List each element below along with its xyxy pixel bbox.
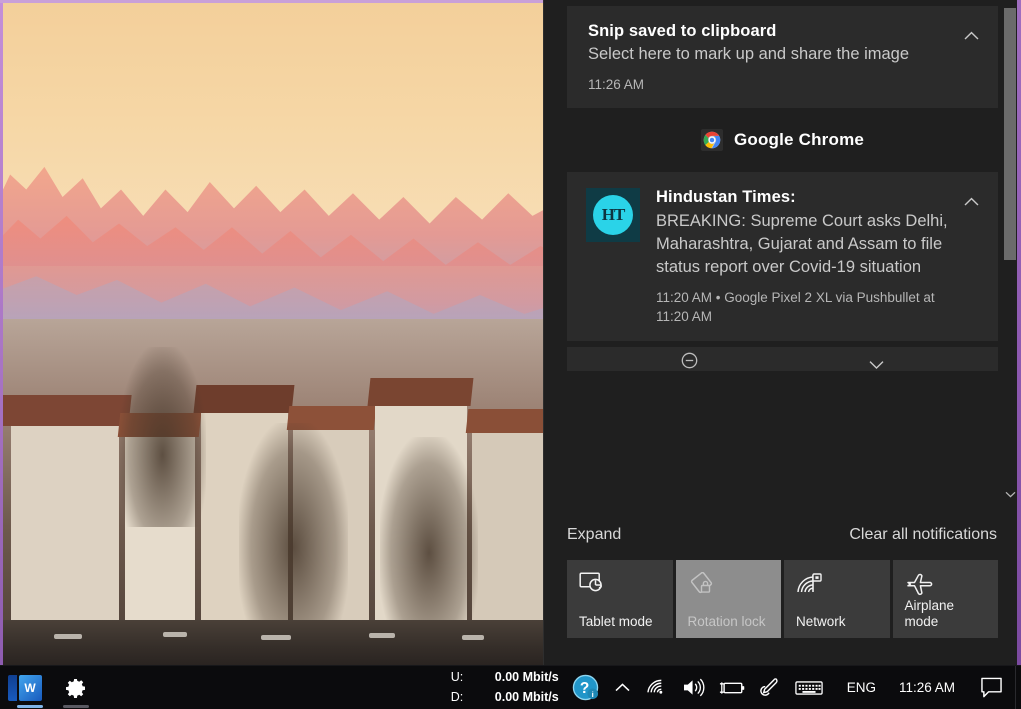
notification-title: Snip saved to clipboard	[588, 20, 952, 42]
word-icon: W	[19, 675, 42, 701]
taskbar-app-settings[interactable]	[54, 666, 98, 709]
chevron-up-icon[interactable]	[956, 188, 986, 214]
window-border-top	[0, 0, 543, 3]
rotation-lock-icon	[688, 572, 772, 606]
svg-text:i: i	[591, 690, 593, 699]
quick-tile-label: Tablet mode	[579, 614, 663, 630]
desktop-screen: Snip saved to clipboard Select here to m…	[0, 0, 1021, 709]
notification-body: BREAKING: Supreme Court asks Delhi, Maha…	[656, 210, 952, 280]
window-border-left	[0, 0, 3, 665]
chrome-icon	[701, 129, 723, 151]
help-icon[interactable]: ? i	[565, 666, 606, 709]
quick-tile-tablet-mode[interactable]: Tablet mode	[567, 560, 673, 638]
taskbar-app-microsoft-word[interactable]: W	[8, 666, 52, 709]
notification-meta: 11:20 AM • Google Pixel 2 XL via Pushbul…	[656, 288, 952, 327]
notifications-scrollbar[interactable]	[1004, 0, 1016, 510]
quick-tile-label: Airplane mode	[905, 598, 989, 630]
expand-button[interactable]: Expand	[567, 526, 621, 544]
upload-value: 0.00 Mbit/s	[495, 668, 559, 687]
language-indicator[interactable]: ENG	[830, 666, 893, 709]
tablet-mode-icon	[579, 572, 663, 606]
gear-icon	[64, 676, 88, 700]
notification-snip-saved[interactable]: Snip saved to clipboard Select here to m…	[567, 6, 998, 108]
upload-label: U:	[451, 668, 465, 687]
notification-group-app-name: Google Chrome	[734, 130, 864, 150]
quick-tile-rotation-lock[interactable]: Rotation lock	[676, 560, 782, 638]
notification-group-header-google-chrome[interactable]: Google Chrome	[567, 114, 998, 166]
language-label: ENG	[837, 680, 886, 695]
taskbar-pinned-apps: W	[0, 666, 98, 709]
touch-keyboard-icon[interactable]	[788, 666, 830, 709]
upload-speed-row: U: 0.00 Mbit/s	[451, 668, 559, 687]
volume-icon[interactable]	[675, 666, 712, 709]
notification-time: 11:26 AM	[588, 75, 952, 95]
taskbar-running-indicator	[63, 705, 89, 708]
action-center-panel: Snip saved to clipboard Select here to m…	[543, 0, 1021, 665]
clear-all-notifications-button[interactable]: Clear all notifications	[849, 526, 997, 544]
notifications-scroll-region[interactable]: Snip saved to clipboard Select here to m…	[544, 0, 1021, 510]
download-speed-row: D: 0.00 Mbit/s	[451, 688, 559, 707]
taskbar: W U: 0.00 Mbit/s D: 0.00 Mbit/s	[0, 665, 1021, 709]
window-border-right	[1017, 0, 1021, 665]
taskbar-clock[interactable]: 11:26 AM	[893, 666, 967, 709]
scrollbar-down-arrow-icon[interactable]	[1004, 486, 1016, 502]
clock-label: 11:26 AM	[899, 680, 955, 695]
airplane-mode-icon	[905, 572, 989, 598]
wallpaper-street	[0, 620, 543, 665]
desktop-wallpaper	[0, 0, 543, 665]
word-icon-letter: W	[24, 681, 35, 695]
notification-title: Hindustan Times:	[656, 186, 952, 208]
quick-actions-grid: Tablet mode Rotation lock	[544, 560, 1021, 665]
hindustan-times-logo-text: HT	[593, 195, 633, 235]
chevron-down-icon[interactable]	[869, 360, 884, 369]
wallpaper-cityscape	[0, 319, 543, 665]
minus-circle-icon[interactable]	[681, 352, 698, 369]
quick-tile-label: Rotation lock	[688, 614, 772, 630]
quick-tile-network[interactable]: Network	[784, 560, 890, 638]
taskbar-running-indicator	[17, 705, 43, 708]
notification-list: Snip saved to clipboard Select here to m…	[544, 6, 1021, 371]
system-tray: ? i	[565, 666, 967, 709]
action-center-action-row: Expand Clear all notifications	[544, 510, 1021, 560]
hindustan-times-logo: HT	[586, 188, 640, 242]
chevron-up-icon[interactable]	[956, 22, 986, 48]
download-label: D:	[451, 688, 465, 707]
battery-charging-icon[interactable]	[712, 666, 752, 709]
show-desktop-button[interactable]	[1015, 666, 1021, 709]
notification-body: Select here to mark up and share the ima…	[588, 43, 952, 66]
show-hidden-icons-chevron-up-icon[interactable]	[606, 666, 640, 709]
network-speed-monitor[interactable]: U: 0.00 Mbit/s D: 0.00 Mbit/s	[451, 666, 565, 709]
download-value: 0.00 Mbit/s	[495, 688, 559, 707]
notification-hindustan-times[interactable]: HT Hindustan Times: BREAKING: Supreme Co…	[567, 172, 998, 341]
action-center-icon[interactable]	[967, 666, 1015, 709]
notification-content: Hindustan Times: BREAKING: Supreme Court…	[656, 186, 952, 327]
pen-icon[interactable]	[752, 666, 788, 709]
network-icon	[796, 572, 880, 606]
wifi-icon[interactable]	[640, 666, 675, 709]
scrollbar-thumb[interactable]	[1004, 8, 1016, 260]
quick-tile-label: Network	[796, 614, 880, 630]
notification-partial[interactable]	[567, 347, 998, 371]
quick-tile-airplane-mode[interactable]: Airplane mode	[893, 560, 999, 638]
